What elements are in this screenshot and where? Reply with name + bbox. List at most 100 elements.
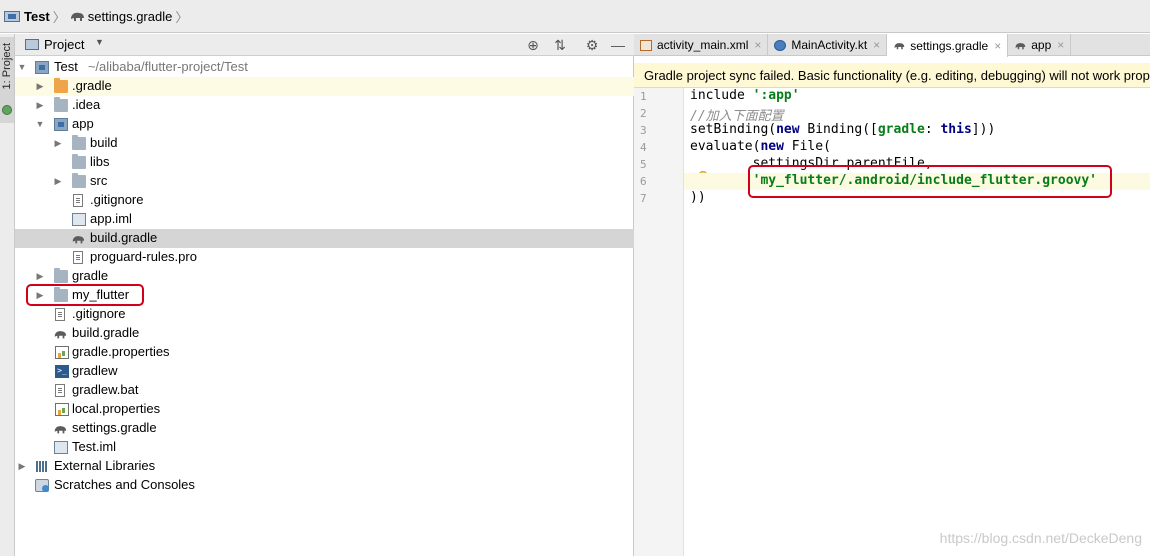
line-number: 3 <box>640 124 647 137</box>
code-line-2: //加入下面配置 <box>690 105 784 124</box>
tree-item-label: proguard-rules.pro <box>90 249 197 264</box>
collapsed-arrow-icon[interactable]: ▶ <box>52 134 64 153</box>
tree-item-label: local.properties <box>72 401 161 416</box>
kotlin-file-icon <box>774 39 787 51</box>
tree-item-app-build-gradle[interactable]: build.gradle <box>15 229 634 248</box>
chevron-down-icon[interactable]: ▼ <box>95 37 104 47</box>
project-panel: Project ▼ ⊕ ⇅ ⚙ — ▼ Test ~/alibaba/flutte… <box>15 34 634 556</box>
tree-item-local-properties[interactable]: local.properties <box>15 400 634 419</box>
annotation-box-my-flutter <box>26 284 144 306</box>
code-keyword: new <box>776 122 800 137</box>
tree-item-label: gradlew <box>72 363 118 378</box>
tree-item-proguard[interactable]: proguard-rules.pro <box>15 248 634 267</box>
xml-file-icon <box>640 39 652 51</box>
tree-item-label: libs <box>90 154 110 169</box>
code-token: include <box>690 88 753 103</box>
tree-item-external-libraries[interactable]: ▶ External Libraries <box>15 457 634 476</box>
tree-item-label: src <box>90 173 108 188</box>
folder-icon <box>54 78 68 93</box>
tree-item-label: Test ~/alibaba/flutter-project/Test <box>54 59 248 74</box>
collapsed-arrow-icon[interactable]: ▶ <box>16 457 28 476</box>
tree-item-app[interactable]: ▼ app <box>15 115 634 134</box>
module-icon <box>4 11 20 22</box>
breadcrumb-file[interactable]: settings.gradle <box>69 0 172 33</box>
tree-item-libs[interactable]: libs <box>15 153 634 172</box>
tree-item-label: .gradle <box>72 78 112 93</box>
module-icon <box>35 61 49 74</box>
project-tool-tab[interactable]: 1: Project <box>0 37 14 123</box>
tree-item-label: gradle <box>72 268 109 283</box>
breadcrumb-project[interactable]: Test <box>4 0 50 33</box>
breadcrumb-project-label: Test <box>24 8 50 24</box>
collapsed-arrow-icon[interactable]: ▶ <box>52 172 64 191</box>
tree-item-scratches[interactable]: Scratches and Consoles <box>15 476 634 495</box>
code-keyword: new <box>760 139 784 154</box>
libraries-icon <box>35 460 49 473</box>
tree-item-label: gradlew.bat <box>72 382 139 397</box>
line-number: 2 <box>640 107 647 120</box>
tree-item-gradlew[interactable]: >_ gradlew <box>15 362 634 381</box>
hide-panel-icon[interactable]: — <box>609 36 627 54</box>
close-icon[interactable]: × <box>873 38 880 52</box>
tree-item-gradle-hidden[interactable]: ▶ .gradle <box>15 77 634 96</box>
watermark: https://blog.csdn.net/DeckeDeng <box>939 530 1142 546</box>
project-panel-header: Project ▼ ⊕ ⇅ ⚙ — <box>15 34 634 56</box>
folder-icon <box>54 97 68 112</box>
terminal-file-icon: >_ <box>55 365 69 378</box>
gradle-elephant-icon <box>72 236 85 244</box>
folder-icon <box>72 173 86 188</box>
tab-label: activity_main.xml <box>657 38 749 52</box>
folder-icon <box>54 268 68 283</box>
tree-item-label: .gitignore <box>72 306 126 321</box>
collapsed-arrow-icon[interactable]: ▶ <box>34 96 46 115</box>
module-icon <box>54 118 68 131</box>
text-file-icon <box>55 308 65 321</box>
line-number-gutter: 1 2 3 4 5 6 7 <box>634 88 684 556</box>
tree-item-app-iml[interactable]: app.iml <box>15 210 634 229</box>
collapsed-arrow-icon[interactable]: ▶ <box>34 77 46 96</box>
tab-label: app <box>1031 38 1052 52</box>
expanded-arrow-icon[interactable]: ▼ <box>34 115 46 134</box>
tab-app[interactable]: app × <box>1008 34 1072 56</box>
close-icon[interactable]: × <box>754 38 761 52</box>
tree-item-app-gitignore[interactable]: .gitignore <box>15 191 634 210</box>
tree-item-src[interactable]: ▶ src <box>15 172 634 191</box>
tree-item-path: ~/alibaba/flutter-project/Test <box>87 59 248 74</box>
properties-file-icon <box>55 346 69 359</box>
code-line-7: )) <box>690 190 706 207</box>
tab-label: settings.gradle <box>910 38 989 53</box>
line-number: 1 <box>640 90 647 103</box>
tab-activity-main-xml[interactable]: activity_main.xml × <box>634 34 769 56</box>
tab-mainactivity-kt[interactable]: MainActivity.kt × <box>768 34 888 56</box>
text-file-icon <box>73 194 83 207</box>
tree-item-build[interactable]: ▶ build <box>15 134 634 153</box>
close-icon[interactable]: × <box>1057 38 1064 52</box>
tab-settings-gradle[interactable]: settings.gradle × <box>887 34 1009 57</box>
tree-item-label: .idea <box>72 97 101 112</box>
tree-item-settings-gradle[interactable]: settings.gradle <box>15 419 634 438</box>
collapse-all-icon[interactable]: ⇅ <box>551 36 569 54</box>
tree-item-gradlew-bat[interactable]: gradlew.bat <box>15 381 634 400</box>
tree-item-idea[interactable]: ▶ .idea <box>15 96 634 115</box>
close-icon[interactable]: × <box>994 39 1001 53</box>
gradle-elephant-icon <box>54 426 67 434</box>
text-file-icon <box>55 384 65 397</box>
tree-item-root-gitignore[interactable]: .gitignore <box>15 305 634 324</box>
project-panel-title[interactable]: Project <box>44 37 84 52</box>
gradle-elephant-icon <box>70 12 84 21</box>
tree-item-test[interactable]: ▼ Test ~/alibaba/flutter-project/Test <box>15 58 634 77</box>
gradle-elephant-icon <box>54 331 67 339</box>
expanded-arrow-icon[interactable]: ▼ <box>16 58 28 77</box>
iml-file-icon <box>54 441 68 454</box>
tree-item-root-build-gradle[interactable]: build.gradle <box>15 324 634 343</box>
code-token: : <box>924 122 941 137</box>
editor-area: activity_main.xml × MainActivity.kt × se… <box>634 34 1150 556</box>
tree-item-gradle-properties[interactable]: gradle.properties <box>15 343 634 362</box>
code-string: ':app' <box>752 88 800 103</box>
tree-item-label: settings.gradle <box>72 420 157 435</box>
gear-icon[interactable]: ⚙ <box>583 36 601 54</box>
locate-icon[interactable]: ⊕ <box>524 36 542 54</box>
tree-item-test-iml[interactable]: Test.iml <box>15 438 634 457</box>
gradle-elephant-icon <box>1015 42 1026 49</box>
tree-item-label: .gitignore <box>90 192 144 207</box>
